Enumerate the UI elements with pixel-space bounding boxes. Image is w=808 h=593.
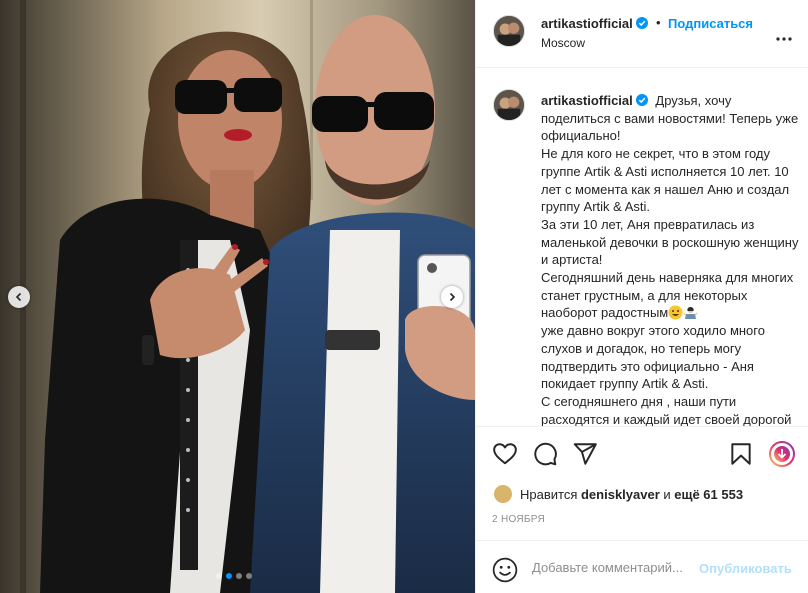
caption-line: artikastiofficial Друзья, хочу поделитьс… bbox=[541, 92, 801, 145]
share-button[interactable] bbox=[572, 441, 598, 467]
post-actions bbox=[476, 426, 808, 482]
comment-icon bbox=[534, 442, 557, 466]
publish-button[interactable]: Опубликовать bbox=[699, 561, 792, 576]
more-options-icon bbox=[776, 37, 792, 41]
smiley-icon bbox=[492, 557, 518, 583]
likes-prefix: Нравится bbox=[520, 486, 581, 502]
chevron-left-icon bbox=[15, 292, 22, 302]
post-sidebar: artikastiofficial • Подписаться Moscow a… bbox=[475, 0, 808, 593]
caption-line: Сегодняшний день наверняка для многих ст… bbox=[541, 269, 801, 322]
follow-button[interactable]: Подписаться bbox=[668, 16, 753, 31]
caption-line: уже давно вокруг этого ходило много слух… bbox=[541, 323, 765, 392]
photo-illustration bbox=[0, 0, 475, 593]
emoji-picker-button[interactable] bbox=[492, 557, 518, 583]
save-button[interactable] bbox=[728, 441, 754, 467]
carousel-dot bbox=[216, 573, 222, 579]
promo-badge-icon bbox=[769, 441, 795, 467]
comment-form: Опубликовать bbox=[476, 540, 808, 593]
carousel-indicator bbox=[216, 573, 252, 579]
grinning-face-emoji-icon bbox=[668, 305, 683, 320]
post-location[interactable]: Moscow bbox=[541, 36, 585, 50]
caption-section: artikastiofficial Друзья, хочу поделитьс… bbox=[476, 69, 808, 426]
carousel-next-button[interactable] bbox=[441, 286, 463, 308]
likes-count[interactable]: ещё 61 553 bbox=[674, 487, 743, 502]
carousel-dot bbox=[236, 573, 242, 579]
avatar-image bbox=[494, 16, 524, 46]
likes-conjunction: и bbox=[659, 486, 675, 502]
post-caption: artikastiofficial Друзья, хочу поделитьс… bbox=[541, 92, 801, 426]
comment-input[interactable] bbox=[532, 560, 697, 575]
carousel-dot bbox=[246, 573, 252, 579]
post-header: artikastiofficial • Подписаться Moscow bbox=[476, 0, 808, 68]
post-photo[interactable] bbox=[0, 0, 475, 593]
caption-line: Не для кого не секрет, что в этом году г… bbox=[541, 146, 790, 215]
caption-line: За эти 10 лет, Аня превратилась из мален… bbox=[541, 216, 799, 268]
post-date[interactable]: 2 НОЯБРЯ bbox=[492, 514, 545, 525]
likes-summary: Нравится denisklyaver и ещё 61 553 bbox=[494, 485, 743, 503]
caption-username-text[interactable]: artikastiofficial bbox=[541, 93, 633, 108]
carousel-prev-button[interactable] bbox=[8, 286, 30, 308]
author-avatar[interactable] bbox=[493, 15, 525, 47]
header-separator: • bbox=[656, 15, 661, 30]
author-username[interactable]: artikastiofficial bbox=[541, 16, 648, 31]
more-options-button[interactable] bbox=[776, 28, 792, 46]
like-button[interactable] bbox=[492, 441, 518, 467]
carousel-dot bbox=[226, 573, 232, 579]
verified-badge-icon bbox=[635, 17, 648, 29]
comment-button[interactable] bbox=[532, 441, 558, 467]
liker-username[interactable]: denisklyaver bbox=[581, 487, 660, 502]
liker-avatar[interactable] bbox=[494, 485, 512, 503]
caption-author-avatar[interactable] bbox=[493, 89, 525, 121]
person-shrugging-emoji-icon bbox=[683, 305, 698, 320]
promo-badge-button[interactable] bbox=[769, 441, 795, 467]
caption-line: С сегодняшнего дня , наши пути расходятс… bbox=[541, 393, 792, 426]
heart-icon bbox=[493, 443, 517, 465]
verified-badge-icon bbox=[635, 94, 648, 106]
author-username-text[interactable]: artikastiofficial bbox=[541, 16, 633, 31]
caption-username[interactable]: artikastiofficial bbox=[541, 93, 648, 108]
avatar-image bbox=[494, 90, 524, 120]
bookmark-icon bbox=[731, 443, 751, 465]
chevron-right-icon bbox=[449, 292, 456, 302]
share-icon bbox=[573, 443, 597, 465]
caption-text: Сегодняшний день наверняка для многих ст… bbox=[541, 270, 794, 321]
